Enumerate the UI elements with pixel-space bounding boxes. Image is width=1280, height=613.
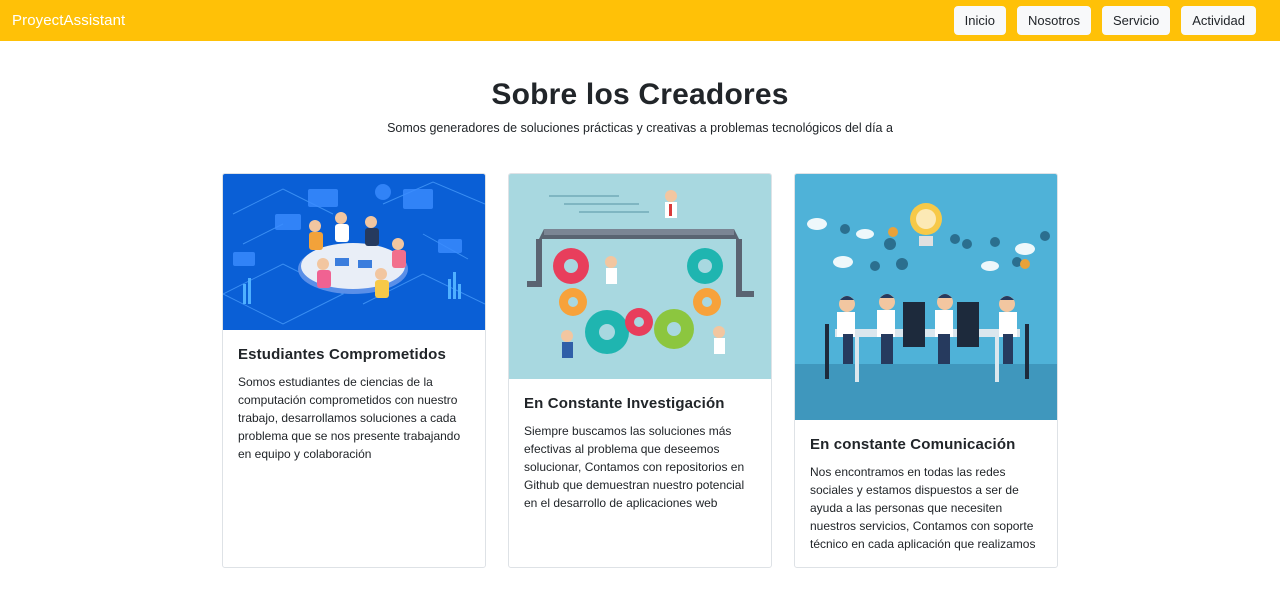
- gears-teamwork-illustration: [509, 174, 771, 379]
- card-title: Estudiantes Comprometidos: [238, 346, 446, 363]
- nav-links: Inicio Nosotros Servicio Actividad: [943, 6, 1256, 35]
- nav-button-servicio[interactable]: Servicio: [1102, 6, 1171, 35]
- team-meeting-illustration: [223, 174, 485, 330]
- business-meeting-illustration: [795, 174, 1057, 420]
- nav-button-inicio[interactable]: Inicio: [953, 6, 1006, 35]
- navbar-brand[interactable]: ProyectAssistant: [12, 12, 125, 29]
- nav-button-nosotros[interactable]: Nosotros: [1016, 6, 1091, 35]
- card-text: Somos estudiantes de ciencias de la comp…: [238, 375, 461, 461]
- page-title: Sobre los Creadores: [491, 78, 789, 111]
- card-research: En Constante Investigación Siempre busca…: [508, 173, 772, 568]
- card-body: En constante Comunicación Nos encontramo…: [795, 420, 1057, 567]
- card-body: En Constante Investigación Siempre busca…: [509, 379, 771, 528]
- card-title: En Constante Investigación: [524, 395, 725, 412]
- card-text: Siempre buscamos las soluciones más efec…: [524, 424, 745, 510]
- page-subtitle: Somos generadores de soluciones práctica…: [387, 121, 893, 135]
- card-students: Estudiantes Comprometidos Somos estudian…: [222, 173, 486, 568]
- nav-button-actividad[interactable]: Actividad: [1181, 6, 1256, 35]
- card-text: Nos encontramos en todas las redes socia…: [810, 465, 1036, 551]
- navbar: ProyectAssistant Inicio Nosotros Servici…: [0, 0, 1280, 41]
- card-communication: En constante Comunicación Nos encontramo…: [794, 173, 1058, 568]
- card-body: Estudiantes Comprometidos Somos estudian…: [223, 330, 485, 479]
- card-title: En constante Comunicación: [810, 436, 1016, 453]
